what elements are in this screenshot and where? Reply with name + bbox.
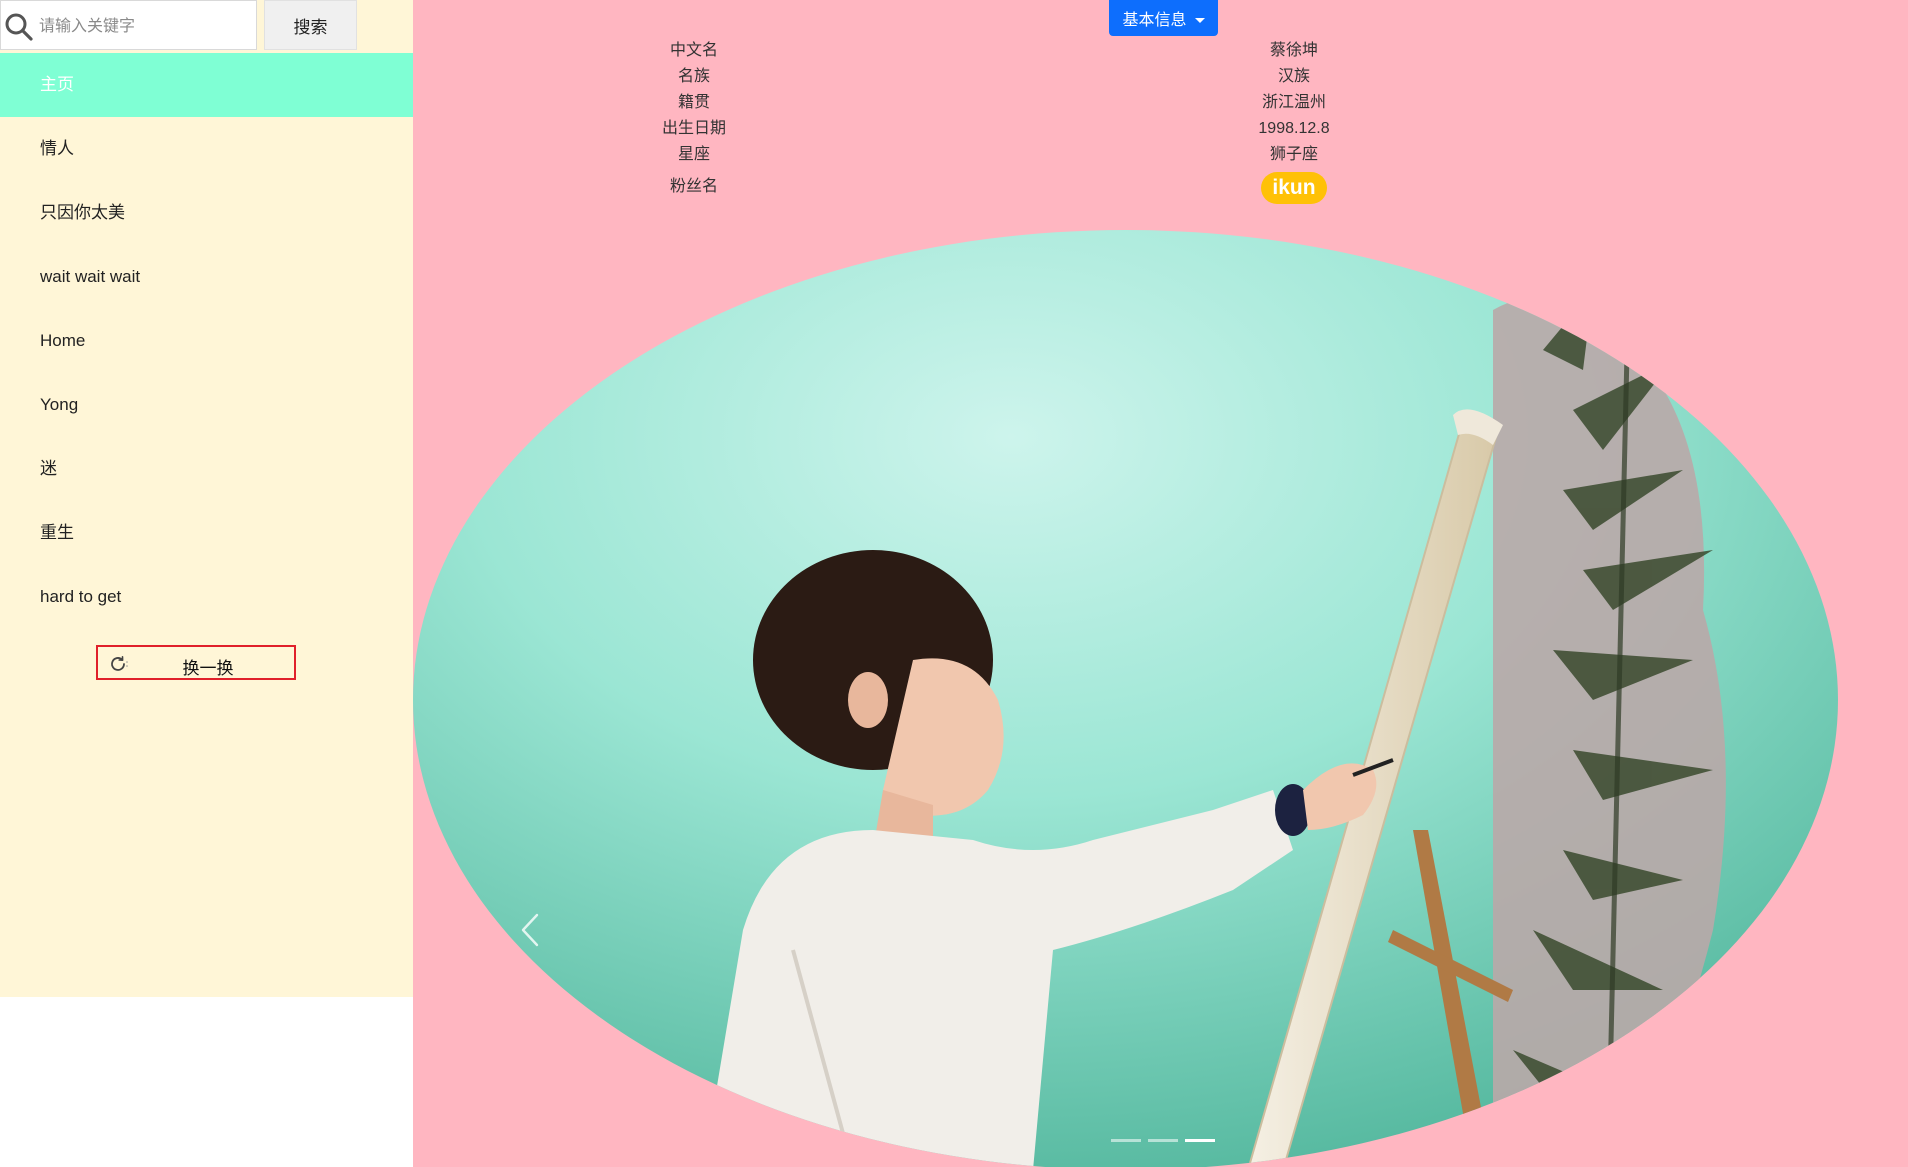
info-row: 出生日期 1998.12.8: [413, 116, 1908, 142]
sidebar-item-mi[interactable]: 迷: [0, 437, 413, 501]
sidebar-nav: 主页 情人 只因你太美 wait wait wait Home Yong 迷 重…: [0, 53, 413, 629]
refresh-button[interactable]: 换一换: [96, 645, 296, 680]
refresh-label: 换一换: [182, 659, 234, 678]
chevron-left-icon: [521, 913, 539, 947]
search-bar: 搜索: [0, 0, 413, 52]
search-input[interactable]: [37, 11, 251, 43]
basic-info-dropdown[interactable]: 基本信息: [1109, 0, 1218, 36]
sidebar-item-yong[interactable]: Yong: [0, 373, 413, 437]
sidebar-item-home[interactable]: 主页: [0, 53, 413, 117]
sidebar-item-chongsheng[interactable]: 重生: [0, 501, 413, 565]
info-value: 浙江温州: [1261, 94, 1326, 111]
search-field[interactable]: [0, 0, 257, 50]
info-label: 名族: [677, 68, 710, 85]
carousel-indicator[interactable]: [1111, 1139, 1141, 1142]
sidebar-item-zhiyinnitaimei[interactable]: 只因你太美: [0, 181, 413, 245]
info-row: 名族 汉族: [413, 64, 1908, 90]
caret-down-icon: [1194, 18, 1205, 24]
carousel-indicator[interactable]: [1148, 1139, 1178, 1142]
info-label: 籍贯: [677, 94, 710, 111]
info-value: 1998.12.8: [1258, 120, 1330, 137]
carousel-slide-image: [413, 230, 1838, 1167]
search-button[interactable]: 搜索: [264, 0, 357, 50]
info-row: 籍贯 浙江温州: [413, 90, 1908, 116]
carousel-next-button[interactable]: [1780, 895, 1820, 965]
info-value: 狮子座: [1269, 146, 1318, 163]
info-label: 星座: [677, 146, 710, 163]
search-icon: [5, 13, 33, 41]
sidebar: 搜索 主页 情人 只因你太美 wait wait wait Home Yong …: [0, 0, 413, 997]
chevron-right-icon: [1792, 913, 1810, 947]
photo-carousel[interactable]: [413, 230, 1838, 1167]
basic-info-dropdown-label: 基本信息: [1122, 12, 1187, 29]
sidebar-item-qingren[interactable]: 情人: [0, 117, 413, 181]
sidebar-item-home-song[interactable]: Home: [0, 309, 413, 373]
fan-name-badge: ikun: [1261, 172, 1327, 204]
carousel-prev-button[interactable]: [511, 895, 551, 965]
sidebar-item-wait-wait-wait[interactable]: wait wait wait: [0, 245, 413, 309]
info-value: 汉族: [1277, 68, 1310, 85]
info-row-fan-name: 粉丝名 ikun: [413, 168, 1908, 208]
info-label: 粉丝名: [669, 178, 718, 195]
info-label: 中文名: [669, 42, 718, 59]
main-content: 基本信息 中文名 蔡徐坤 名族 汉族 籍贯 浙江温州 出生日期 1998.12.…: [413, 0, 1908, 1167]
carousel-indicator-active[interactable]: [1185, 1139, 1215, 1142]
info-label: 出生日期: [661, 120, 726, 137]
info-row: 星座 狮子座: [413, 142, 1908, 168]
info-row: 中文名 蔡徐坤: [413, 38, 1908, 64]
basic-info-table: 中文名 蔡徐坤 名族 汉族 籍贯 浙江温州 出生日期 1998.12.8 星座 …: [413, 38, 1908, 208]
info-value: 蔡徐坤: [1269, 42, 1318, 59]
sidebar-item-hard-to-get[interactable]: hard to get: [0, 565, 413, 629]
